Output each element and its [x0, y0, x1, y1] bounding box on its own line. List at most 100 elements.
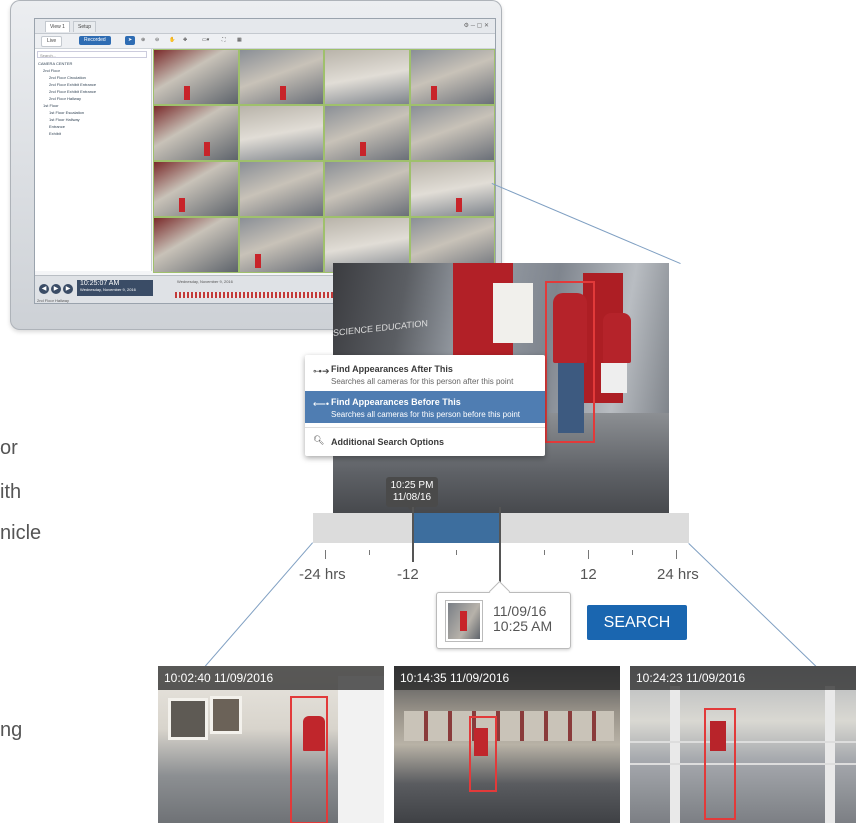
tree-item[interactable]: CAMERA CENTER — [38, 61, 154, 67]
result-timestamp: 10:14:35 11/09/2016 — [394, 666, 620, 690]
zoom-connector-line — [688, 543, 826, 676]
pan-icon[interactable]: ✋ — [167, 36, 177, 45]
camera-tile[interactable] — [154, 218, 238, 272]
tab-setup[interactable]: Setup — [73, 21, 97, 32]
result-thumbnail[interactable]: 10:24:23 11/09/2016 — [630, 666, 856, 823]
range-tick — [456, 550, 457, 555]
range-tick — [588, 550, 589, 559]
tab-view[interactable]: View 1 — [45, 21, 70, 32]
tree-item[interactable]: 2nd Floor Hallway — [49, 96, 165, 102]
appearance-thumbnail — [446, 601, 482, 641]
tree-item[interactable]: Exhibit — [49, 131, 165, 137]
menu-item-subtitle: Searches all cameras for this person aft… — [331, 377, 514, 386]
menu-item-title: Additional Search Options — [331, 437, 445, 447]
left-text-fragment: ith — [0, 481, 22, 503]
camera-search-input[interactable]: Search... — [37, 51, 147, 58]
camera-tile[interactable] — [239, 106, 323, 160]
video-wall-text: SCIENCE EDUCATION — [333, 318, 428, 338]
camera-tile[interactable] — [325, 106, 409, 160]
selected-appearance-card[interactable]: 11/09/16 10:25 AM — [436, 592, 571, 649]
range-label: -24 hrs — [299, 566, 346, 583]
zoom-connector-line — [491, 183, 681, 265]
menu-item-additional-search[interactable]: 🔍︎ Additional Search Options — [305, 430, 545, 454]
tree-item[interactable]: 2nd Floor Exhibit Entrance — [49, 89, 165, 95]
camera-tile[interactable] — [239, 162, 323, 216]
tree-item[interactable]: 2nd Floor Exhibit Entrance — [49, 82, 165, 88]
result-timestamp: 10:02:40 11/09/2016 — [158, 666, 384, 690]
timeline-date-header: Wednesday, November 9, 2016 — [177, 279, 233, 284]
camera-tile[interactable] — [239, 50, 323, 104]
layout-icon[interactable]: ▭▾ — [200, 36, 211, 45]
left-text-fragment: or — [0, 437, 18, 459]
detection-box — [290, 696, 328, 823]
wall-painting — [168, 698, 208, 740]
time-range-bar[interactable] — [313, 513, 689, 543]
range-tick — [325, 550, 326, 559]
tree-item[interactable]: 2nd Floor Circulation — [49, 75, 165, 81]
pointer-tool-icon[interactable]: ➤ — [125, 36, 136, 45]
tree-item[interactable]: 2nd Floor — [43, 68, 159, 74]
person-skirt — [601, 363, 627, 393]
time-tooltip: 10:25 PM 11/08/16 — [386, 477, 438, 507]
recorded-button[interactable]: Recorded — [79, 36, 111, 45]
camera-tile[interactable] — [325, 162, 409, 216]
menu-item-title: Find Appearances After This — [331, 364, 453, 374]
menu-item-find-after[interactable]: ⊶➔ Find Appearances After This Searches … — [305, 358, 545, 390]
search-button[interactable]: SEARCH — [587, 605, 687, 640]
move-icon[interactable]: ✥ — [181, 36, 189, 45]
toolbar: Live Recorded ➤ ⊕ ⊖ ✋ ✥ ▭▾ ⛶ ▦ — [35, 34, 495, 49]
tree-item[interactable]: 1st Floor — [43, 103, 159, 109]
selected-date: 11/09/16 — [493, 603, 547, 619]
menu-item-subtitle: Searches all cameras for this person bef… — [331, 410, 520, 419]
camera-tile[interactable] — [154, 106, 238, 160]
camera-tile[interactable] — [410, 50, 494, 104]
range-label: -12 — [397, 566, 419, 583]
thumbnail-person — [460, 611, 467, 631]
current-time: 10:25:07 AM — [80, 280, 120, 287]
window-controls-icon[interactable]: ⚙ ─ ▢ ✕ — [464, 22, 489, 29]
range-label: 24 hrs — [657, 566, 699, 583]
video-sign — [493, 283, 533, 343]
grid-icon[interactable]: ▦ — [235, 36, 244, 45]
tree-item[interactable]: 1st Floor Escalation — [49, 110, 165, 116]
result-thumbnail[interactable]: 10:14:35 11/09/2016 — [394, 666, 620, 823]
left-text-fragment: nicle — [0, 522, 42, 544]
rewind-icon[interactable]: ◀ — [39, 284, 49, 294]
range-start-handle[interactable] — [412, 507, 414, 562]
left-text-fragment: ng — [0, 719, 23, 741]
tab-bar: View 1 Setup ⚙ ─ ▢ ✕ — [35, 19, 495, 34]
range-tick — [369, 550, 370, 555]
live-button[interactable]: Live — [41, 36, 63, 47]
time-range-selection[interactable] — [413, 513, 500, 543]
detection-box[interactable] — [545, 281, 595, 443]
forward-icon[interactable]: ▶ — [63, 284, 73, 294]
zoom-in-icon[interactable]: ⊕ — [139, 36, 147, 45]
camera-tile[interactable] — [410, 106, 494, 160]
range-tick — [544, 550, 545, 555]
menu-item-find-before[interactable]: ⟵• Find Appearances Before This Searches… — [305, 391, 545, 423]
detection-box — [704, 708, 736, 820]
tooltip-time: 10:25 PM — [390, 480, 434, 491]
menu-item-title: Find Appearances Before This — [331, 397, 461, 407]
current-date: Wednesday, November 9, 2016 — [80, 287, 136, 292]
range-label: 12 — [580, 566, 597, 583]
tree-item[interactable]: 1st Floor Hallway — [49, 117, 165, 123]
range-end-handle[interactable] — [499, 507, 501, 587]
tooltip-date: 11/08/16 — [392, 492, 432, 503]
camera-tile[interactable] — [154, 50, 238, 104]
tree-item[interactable]: Entrance — [49, 124, 165, 130]
range-tick — [632, 550, 633, 555]
camera-tile[interactable] — [154, 162, 238, 216]
person-figure — [603, 313, 631, 363]
result-thumbnail[interactable]: 10:02:40 11/09/2016 — [158, 666, 384, 823]
zoom-out-icon[interactable]: ⊖ — [153, 36, 161, 45]
play-icon[interactable]: ▶ — [51, 284, 61, 294]
arrow-right-icon: ⊶➔ — [313, 366, 330, 376]
camera-grid — [153, 49, 495, 273]
footer-camera-label: 2nd Floor Hallway — [37, 298, 70, 303]
fullscreen-icon[interactable]: ⛶ — [220, 36, 228, 45]
railing — [630, 741, 856, 765]
camera-tile[interactable] — [325, 50, 409, 104]
camera-tile[interactable] — [410, 162, 494, 216]
camera-tile[interactable] — [239, 218, 323, 272]
